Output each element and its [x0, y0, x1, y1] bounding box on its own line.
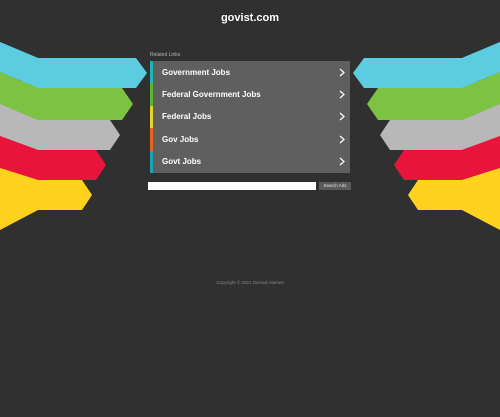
related-link-label: Federal Jobs: [162, 112, 212, 122]
related-link-label: Gov Jobs: [162, 134, 199, 144]
related-link-federal-jobs[interactable]: Federal Jobs: [150, 105, 350, 129]
parked-domain-page: govist.com Related Links Government Jobs…: [0, 0, 500, 417]
footer-copyright: Copyright © 2021 Domain Names: [216, 280, 284, 285]
related-link-label: Govt Jobs: [162, 157, 202, 167]
chevron-right-icon: [334, 128, 350, 150]
chevron-right-icon: [334, 106, 350, 128]
search-input[interactable]: [148, 181, 316, 190]
chevron-right-icon: [334, 83, 350, 105]
related-link-label: Government Jobs: [162, 67, 231, 77]
chevron-right-icon: [334, 61, 350, 83]
related-links-panel: Government Jobs Federal Government Jobs …: [150, 61, 350, 173]
related-link-government-jobs[interactable]: Government Jobs: [150, 61, 350, 84]
left-arrow-stripes-decoration: [0, 42, 147, 230]
related-links-heading: Related Links: [150, 52, 181, 58]
related-link-gov-jobs[interactable]: Gov Jobs: [150, 128, 350, 151]
chevron-right-icon: [334, 151, 350, 173]
related-link-govt-jobs[interactable]: Govt Jobs: [150, 150, 350, 173]
site-title: govist.com: [220, 12, 280, 24]
right-arrow-stripes-decoration: [353, 42, 500, 230]
related-link-label: Federal Government Jobs: [162, 90, 261, 100]
related-link-federal-government-jobs[interactable]: Federal Government Jobs: [150, 83, 350, 106]
search-bar: Search Ads: [148, 181, 353, 190]
search-ads-button[interactable]: Search Ads: [319, 181, 351, 190]
